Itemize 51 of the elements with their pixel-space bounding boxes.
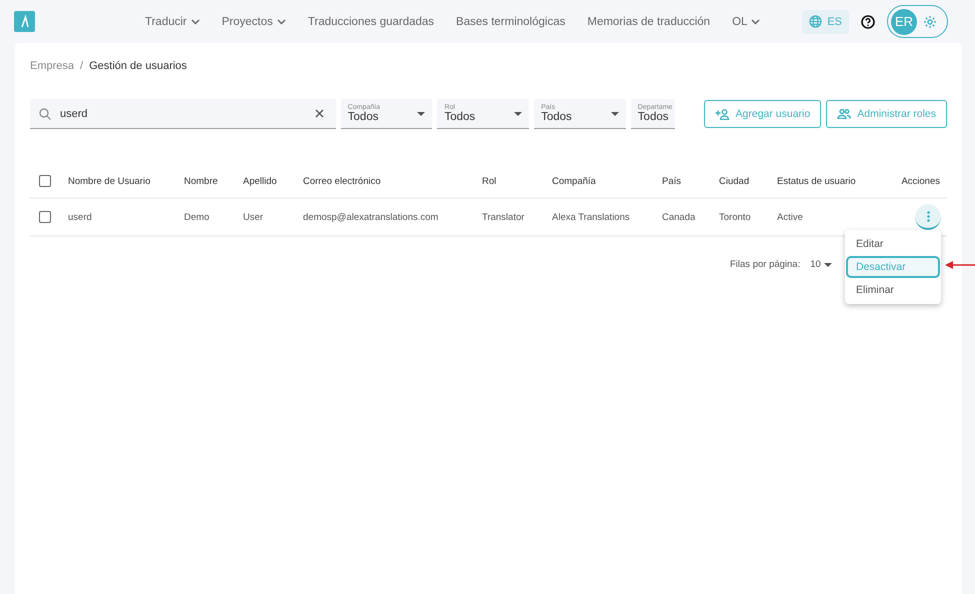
column-header: País <box>654 165 711 199</box>
clear-icon[interactable] <box>314 109 324 118</box>
column-header: Rol <box>474 165 544 199</box>
table-cell: Demo <box>176 199 235 237</box>
column-header: Nombre de Usuario <box>60 165 176 199</box>
chevron-down-icon <box>190 18 200 24</box>
column-header: Apellido <box>235 165 295 199</box>
column-header: Ciudad <box>711 165 769 199</box>
table-cell: Alexa Translations <box>544 199 654 237</box>
table-cell: Canada <box>654 199 711 237</box>
table-cell: Toronto <box>711 199 769 237</box>
globe-icon <box>809 15 822 28</box>
nav-item[interactable]: Memorias de traducción <box>576 16 722 28</box>
help-icon[interactable] <box>861 14 875 28</box>
table-cell: User <box>235 199 295 237</box>
column-header: Acciones <box>879 165 947 199</box>
column-header: Correo electrónico <box>295 165 474 199</box>
chevron-down-icon <box>751 18 760 24</box>
annotation-arrow-icon <box>945 260 975 270</box>
more-actions-button[interactable] <box>915 204 941 230</box>
rows-per-page-label: Filas por página: <box>730 259 800 270</box>
dropdown-arrow-icon <box>514 112 522 116</box>
rows-per-page-select[interactable]: 10 <box>810 259 832 270</box>
nav-item[interactable]: Traducir <box>134 16 211 28</box>
add-person-icon <box>714 108 730 120</box>
row-checkbox[interactable] <box>39 211 51 223</box>
breadcrumb-current: Gestión de usuarios <box>89 60 187 72</box>
nav-item[interactable]: Traducciones guardadas <box>296 16 446 28</box>
table-cell: Translator <box>474 199 544 237</box>
search-icon <box>39 108 51 120</box>
nav-item[interactable]: Proyectos <box>210 16 297 28</box>
column-header: Nombre <box>176 165 235 199</box>
kebab-icon <box>926 210 930 222</box>
breadcrumb-link[interactable]: Empresa <box>30 60 74 72</box>
breadcrumb-separator: / <box>80 60 84 72</box>
dropdown-arrow-icon <box>824 262 832 266</box>
chevron-down-icon <box>276 18 286 24</box>
dropdown-arrow-icon <box>417 112 426 116</box>
avatar: ER <box>891 8 917 34</box>
select-all-checkbox[interactable] <box>39 175 51 187</box>
search-input[interactable]: userd <box>58 106 308 120</box>
dropdown-arrow-icon <box>610 112 619 116</box>
column-header: Compañía <box>544 165 654 199</box>
nav-item[interactable]: Bases terminológicas <box>445 16 576 28</box>
column-header: Estatus de usuario <box>769 165 879 199</box>
table-cell: userd <box>60 199 176 237</box>
search-field[interactable]: userd <box>30 99 336 129</box>
nav-item[interactable]: OL <box>721 16 772 28</box>
menu-item[interactable]: Eliminar <box>846 279 940 301</box>
people-icon <box>837 109 852 119</box>
table-cell: demosp@alexatranslations.com <box>295 199 474 237</box>
